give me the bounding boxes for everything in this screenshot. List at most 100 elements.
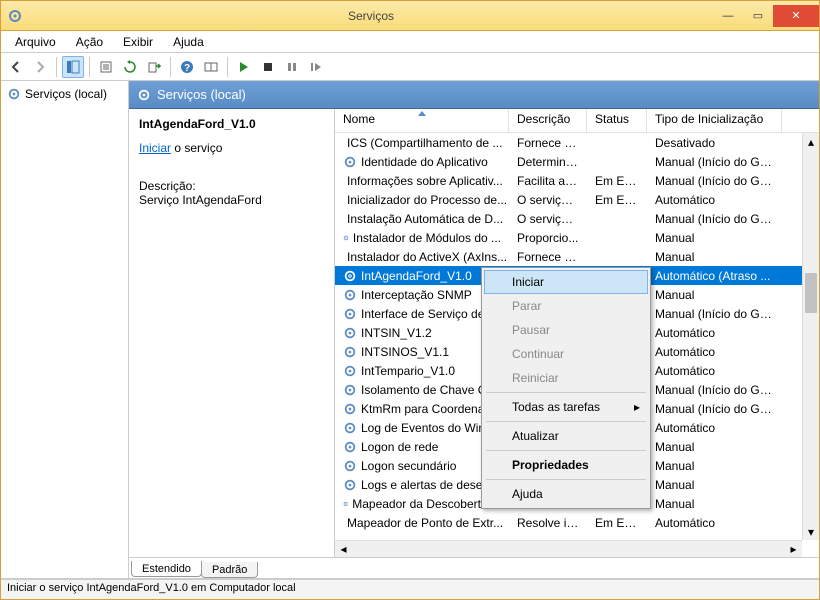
cell-type: Manual xyxy=(647,250,782,264)
export-button[interactable] xyxy=(143,56,165,78)
show-hide-button[interactable] xyxy=(200,56,222,78)
gear-icon xyxy=(343,478,357,492)
ctx-pause[interactable]: Pausar xyxy=(484,318,648,342)
gear-icon xyxy=(343,231,349,245)
toolbar-separator xyxy=(56,57,57,77)
ctx-continue[interactable]: Continuar xyxy=(484,342,648,366)
minimize-button[interactable]: — xyxy=(713,5,743,27)
ctx-stop[interactable]: Parar xyxy=(484,294,648,318)
cell-description: O serviço ... xyxy=(509,212,587,226)
context-menu: Iniciar Parar Pausar Continuar Reiniciar… xyxy=(481,267,651,509)
tab-extended[interactable]: Estendido xyxy=(131,561,202,577)
service-row[interactable]: Instalador do ActiveX (AxIns...Fornece v… xyxy=(335,247,819,266)
cell-type: Automático xyxy=(647,193,782,207)
ctx-separator xyxy=(486,450,646,451)
show-tree-button[interactable] xyxy=(62,56,84,78)
refresh-button[interactable] xyxy=(119,56,141,78)
restart-service-button[interactable] xyxy=(305,56,327,78)
statusbar: Iniciar o serviço IntAgendaFord_V1.0 em … xyxy=(1,579,819,599)
nav-forward-button[interactable] xyxy=(29,56,51,78)
start-service-link[interactable]: Iniciar xyxy=(139,141,171,155)
start-service-button[interactable] xyxy=(233,56,255,78)
cell-type: Manual (Início do Ga... xyxy=(647,402,782,416)
cell-type: Manual (Início do Ga... xyxy=(647,383,782,397)
description-text: Serviço IntAgendaFord xyxy=(139,193,324,207)
menu-file[interactable]: Arquivo xyxy=(7,33,64,51)
service-row[interactable]: Instalação Automática de D...O serviço .… xyxy=(335,209,819,228)
cell-type: Automático xyxy=(647,326,782,340)
gear-icon xyxy=(343,440,357,454)
tab-standard[interactable]: Padrão xyxy=(201,562,258,578)
menu-view[interactable]: Exibir xyxy=(115,33,161,51)
stop-service-button[interactable] xyxy=(257,56,279,78)
cell-type: Manual (Início do Ga... xyxy=(647,155,782,169)
service-row[interactable]: Identidade do AplicativoDetermina...Manu… xyxy=(335,152,819,171)
cell-type: Manual (Início do Ga... xyxy=(647,307,782,321)
content-area: Serviços (local) Serviços (local) IntAge… xyxy=(1,81,819,579)
description-label: Descrição: xyxy=(139,179,324,193)
vertical-scrollbar[interactable]: ▴ ▾ xyxy=(802,133,819,540)
ctx-restart[interactable]: Reiniciar xyxy=(484,366,648,390)
menu-action[interactable]: Ação xyxy=(68,33,111,51)
scroll-up-icon[interactable]: ▴ xyxy=(803,133,819,150)
cell-type: Manual (Início do Ga... xyxy=(647,174,782,188)
pane-header: Serviços (local) xyxy=(129,81,819,109)
tree-root-services[interactable]: Serviços (local) xyxy=(5,85,124,103)
selected-service-name: IntAgendaFord_V1.0 xyxy=(139,117,324,131)
horizontal-scrollbar[interactable]: ◂ ▸ xyxy=(335,540,802,557)
column-name[interactable]: Nome xyxy=(335,109,509,132)
scroll-left-icon[interactable]: ◂ xyxy=(335,541,352,557)
toolbar-separator xyxy=(89,57,90,77)
cell-name: Inicializador do Processo de... xyxy=(335,193,509,207)
gear-icon xyxy=(343,326,357,340)
menu-help[interactable]: Ajuda xyxy=(165,33,212,51)
gear-icon xyxy=(343,269,357,283)
svg-text:?: ? xyxy=(184,63,190,74)
detail-pane: IntAgendaFord_V1.0 Iniciar o serviço Des… xyxy=(129,109,335,557)
cell-type: Manual xyxy=(647,497,782,511)
cell-type: Automático xyxy=(647,516,782,530)
gear-icon xyxy=(343,421,357,435)
tree-root-label: Serviços (local) xyxy=(25,87,107,101)
cell-description: Fornece s... xyxy=(509,136,587,150)
column-status[interactable]: Status xyxy=(587,109,647,132)
pane-body: IntAgendaFord_V1.0 Iniciar o serviço Des… xyxy=(129,109,819,557)
toolbar-separator xyxy=(170,57,171,77)
cell-name: Identidade do Aplicativo xyxy=(335,155,509,169)
cell-name: Instalação Automática de D... xyxy=(335,212,509,226)
service-row[interactable]: Inicializador do Processo de...O serviço… xyxy=(335,190,819,209)
gear-icon xyxy=(343,307,357,321)
column-startup-type[interactable]: Tipo de Inicialização xyxy=(647,109,782,132)
column-description[interactable]: Descrição xyxy=(509,109,587,132)
service-row[interactable]: Mapeador de Ponto de Extr...Resolve id..… xyxy=(335,513,819,532)
scroll-thumb[interactable] xyxy=(805,273,817,313)
properties-button[interactable] xyxy=(95,56,117,78)
ctx-refresh[interactable]: Atualizar xyxy=(484,424,648,448)
scroll-down-icon[interactable]: ▾ xyxy=(803,523,819,540)
ctx-all-tasks[interactable]: Todas as tarefas▸ xyxy=(484,395,648,419)
service-row[interactable]: Instalador de Módulos do ...Proporcio...… xyxy=(335,228,819,247)
help-button[interactable]: ? xyxy=(176,56,198,78)
cell-description: Fornece v... xyxy=(509,250,587,264)
services-icon xyxy=(7,8,23,24)
cell-description: Resolve id... xyxy=(509,516,587,530)
maximize-button[interactable]: ▭ xyxy=(743,5,773,27)
close-button[interactable]: ✕ xyxy=(773,5,819,27)
scroll-right-icon[interactable]: ▸ xyxy=(785,541,802,557)
window-controls: — ▭ ✕ xyxy=(713,5,819,27)
cell-type: Desativado xyxy=(647,136,782,150)
gear-icon xyxy=(343,402,357,416)
ctx-properties[interactable]: Propriedades xyxy=(484,453,648,477)
ctx-help[interactable]: Ajuda xyxy=(484,482,648,506)
gear-icon xyxy=(343,364,357,378)
pause-service-button[interactable] xyxy=(281,56,303,78)
service-row[interactable]: ICS (Compartilhamento de ...Fornece s...… xyxy=(335,133,819,152)
cell-type: Manual (Início do Ga... xyxy=(647,212,782,226)
menubar: Arquivo Ação Exibir Ajuda xyxy=(1,31,819,53)
ctx-separator xyxy=(486,479,646,480)
cell-description: Facilita a e... xyxy=(509,174,587,188)
ctx-start[interactable]: Iniciar xyxy=(484,270,648,294)
service-row[interactable]: Informações sobre Aplicativ...Facilita a… xyxy=(335,171,819,190)
ctx-separator xyxy=(486,392,646,393)
nav-back-button[interactable] xyxy=(5,56,27,78)
